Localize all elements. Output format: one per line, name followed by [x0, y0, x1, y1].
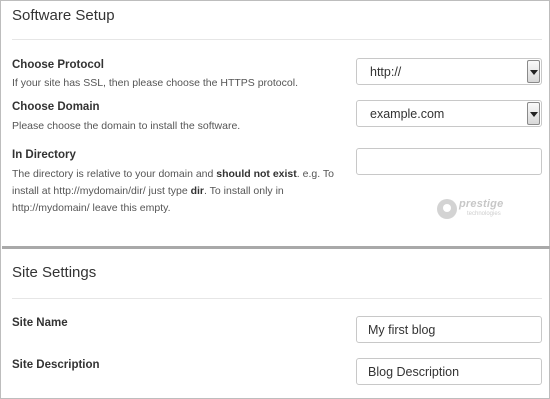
site-description-label: Site Description — [12, 359, 100, 371]
chevron-down-icon[interactable] — [527, 102, 540, 125]
choose-domain-help: Please choose the domain to install the … — [12, 120, 241, 132]
site-settings-heading: Site Settings — [12, 264, 97, 281]
section-separator — [12, 39, 542, 40]
domain-select[interactable]: example.com — [356, 100, 542, 127]
choose-domain-label: Choose Domain — [12, 101, 100, 113]
prestige-logo-word: prestige — [459, 198, 504, 210]
prestige-watermark-logo: prestige technologies — [437, 197, 509, 223]
choose-protocol-help: If your site has SSL, then please choose… — [12, 77, 298, 89]
section-divider — [2, 246, 550, 249]
prestige-logo-sub: technologies — [467, 211, 501, 217]
site-name-label: Site Name — [12, 317, 68, 329]
in-directory-help: The directory is relative to your domain… — [12, 168, 334, 214]
choose-protocol-label: Choose Protocol — [12, 59, 105, 71]
section-separator — [12, 298, 542, 299]
software-setup-heading: Software Setup — [12, 7, 115, 24]
chevron-down-icon[interactable] — [527, 60, 540, 83]
domain-select-value: example.com — [370, 107, 445, 121]
prestige-logo-icon — [437, 199, 457, 219]
directory-input[interactable] — [356, 148, 542, 175]
site-description-input[interactable] — [356, 358, 542, 385]
in-directory-label: In Directory — [12, 149, 76, 161]
site-name-input[interactable] — [356, 316, 542, 343]
protocol-select[interactable]: http:// — [356, 58, 542, 85]
protocol-select-value: http:// — [370, 65, 402, 79]
installer-panel: Software Setup Choose Protocol If your s… — [0, 0, 550, 399]
